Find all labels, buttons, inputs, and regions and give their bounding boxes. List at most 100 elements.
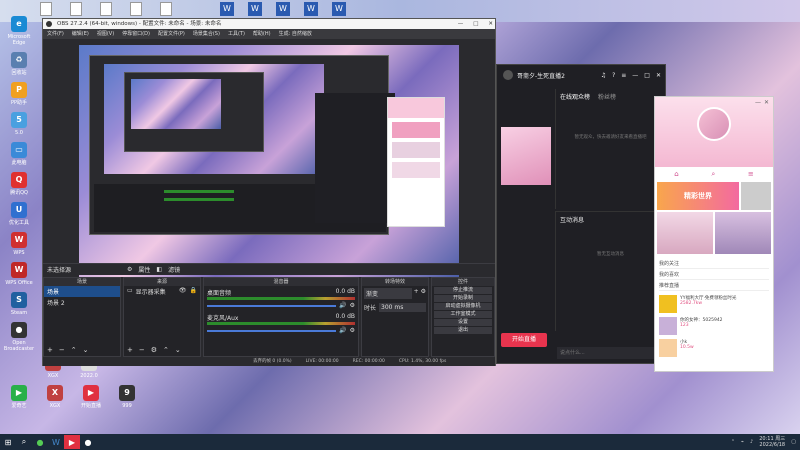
desktop-icon[interactable]: Q 腾讯QQ [2, 172, 36, 196]
volume-slider[interactable] [207, 304, 337, 307]
close-button[interactable]: ✕ [764, 99, 769, 106]
menu-view[interactable]: 视图(V) [97, 29, 114, 39]
menu-edit[interactable]: 编辑(E) [72, 29, 89, 39]
maximize-button[interactable]: □ [473, 19, 478, 29]
file-icon[interactable] [70, 2, 82, 16]
app-icon[interactable]: ● [32, 435, 48, 449]
desktop-icon[interactable]: S Steam [2, 292, 36, 316]
desktop-icon[interactable]: e Microsoft Edge [2, 16, 36, 46]
desktop-icon[interactable]: ▭ 此电脑 [2, 142, 36, 166]
wps-doc-icon[interactable]: W [276, 2, 290, 16]
desktop-icon[interactable]: 5 5.0 [2, 112, 36, 136]
home-icon[interactable]: ⌂ [674, 170, 678, 179]
lock-icon[interactable]: 🔒 [190, 287, 197, 296]
move-down-button[interactable]: ⌄ [83, 346, 89, 354]
chat-input[interactable]: 说点什么... [557, 347, 661, 359]
volume-slider[interactable] [207, 329, 337, 332]
obs-icon[interactable]: ● [80, 435, 96, 449]
scene-item[interactable]: 场景 [44, 286, 120, 297]
list-item[interactable]: 我的关注 [659, 258, 769, 269]
feed-item[interactable]: 小k 10.5w [659, 339, 769, 357]
search-icon[interactable]: ⌕ [16, 435, 32, 449]
properties-button[interactable]: 属性 [138, 265, 150, 274]
search-icon[interactable]: ⌕ [711, 170, 715, 179]
tab-fans[interactable]: 粉丝榜 [598, 92, 616, 101]
wps-doc-icon[interactable]: W [332, 2, 346, 16]
minimize-button[interactable]: — [458, 19, 464, 29]
filter-icon[interactable]: ◧ [156, 266, 162, 273]
filters-button[interactable]: 滤镜 [168, 265, 180, 274]
desktop-icon[interactable]: 9 999 [110, 385, 144, 409]
stop-streaming-button[interactable]: 停止推流 [434, 287, 492, 294]
maximize-button[interactable]: □ [644, 72, 650, 79]
chevron-up-icon[interactable]: ⌃ [731, 439, 735, 445]
live-app-icon[interactable]: ▶ [64, 435, 80, 449]
desktop-icon[interactable]: ♻ 回收站 [2, 52, 36, 76]
gear-icon[interactable]: ⚙ [421, 288, 426, 299]
menu-icon[interactable]: ≡ [748, 170, 754, 179]
desktop-icon[interactable]: ▶ 爱奇艺 [2, 385, 36, 409]
source-item[interactable]: ▭ 显示器采集 👁 🔒 [124, 286, 200, 297]
speaker-icon[interactable]: ♪ [750, 439, 753, 445]
obs-preview[interactable] [79, 45, 459, 277]
move-up-button[interactable]: ⌃ [163, 346, 169, 354]
file-icon[interactable] [160, 2, 172, 16]
gear-icon[interactable]: ⚙ [151, 346, 157, 354]
clock[interactable]: 20:11 周三 2022/6/18 [759, 436, 785, 448]
desktop-icon[interactable]: X XGX [38, 385, 72, 409]
file-icon[interactable] [40, 2, 52, 16]
desktop-icon[interactable]: ● Open Broadcaster [2, 322, 36, 352]
gear-icon[interactable]: ⚙ [127, 266, 132, 273]
desktop-icon[interactable]: W WPS [2, 232, 36, 256]
exit-button[interactable]: 退出 [434, 327, 492, 334]
settings-button[interactable]: 设置 [434, 319, 492, 326]
close-button[interactable]: ✕ [656, 72, 661, 79]
menu-file[interactable]: 文件(F) [47, 29, 64, 39]
feed-item[interactable]: 你的女神：5025942 123 [659, 317, 769, 335]
eye-icon[interactable]: 👁 [179, 287, 187, 296]
list-item[interactable]: 推荐直播 [659, 280, 769, 291]
desktop-icon[interactable]: P PP助手 [2, 82, 36, 106]
list-item[interactable]: 我的喜欢 [659, 269, 769, 280]
menu-build[interactable]: 生成: 自然缩放 [279, 29, 312, 39]
speaker-icon[interactable]: 🔊 [339, 302, 346, 309]
menu-scene-collection[interactable]: 场景集合(S) [193, 29, 220, 39]
desktop-icon[interactable]: W WPS Office [2, 262, 36, 286]
move-down-button[interactable]: ⌄ [175, 346, 181, 354]
start-button[interactable]: ⊞ [0, 435, 16, 449]
menu-docks[interactable]: 停靠窗口(D) [122, 29, 150, 39]
gear-icon[interactable]: ⚙ [350, 302, 355, 309]
notification-icon[interactable]: ▢ [791, 439, 796, 445]
speaker-icon[interactable]: 🔊 [339, 327, 346, 334]
feature-card[interactable] [715, 212, 771, 254]
plus-icon[interactable]: + [414, 288, 419, 299]
menu-help[interactable]: 帮助(H) [253, 29, 271, 39]
menu-icon[interactable]: ≡ [621, 72, 626, 79]
help-icon[interactable]: ? [612, 72, 615, 79]
add-source-button[interactable]: + [127, 346, 133, 354]
remove-scene-button[interactable]: − [59, 346, 65, 354]
headset-icon[interactable]: ♫ [601, 72, 606, 79]
wps-doc-icon[interactable]: W [220, 2, 234, 16]
minimize-button[interactable]: — [632, 72, 638, 79]
transition-select[interactable]: 渐变 [364, 288, 412, 299]
feature-card[interactable] [657, 212, 713, 254]
gear-icon[interactable]: ⚙ [350, 327, 355, 334]
file-icon[interactable] [130, 2, 142, 16]
promo-banner[interactable]: 精彩世界 [657, 182, 739, 210]
tab-online-audience[interactable]: 在线观众榜 [560, 92, 590, 101]
wps-doc-icon[interactable]: W [304, 2, 318, 16]
feed-item[interactable]: YY福利大厅·免费领粉丝时光 2582.7kw [659, 295, 769, 313]
start-recording-button[interactable]: 开始录制 [434, 295, 492, 302]
menu-profile[interactable]: 配置文件(P) [158, 29, 185, 39]
desktop-icon[interactable]: ▶ 开始直播 [74, 385, 108, 409]
file-icon[interactable] [100, 2, 112, 16]
add-scene-button[interactable]: + [47, 346, 53, 354]
wps-doc-icon[interactable]: W [248, 2, 262, 16]
minimize-button[interactable]: — [755, 99, 761, 106]
move-up-button[interactable]: ⌃ [71, 346, 77, 354]
start-live-button[interactable]: 开始直播 [501, 333, 547, 347]
remove-source-button[interactable]: − [139, 346, 145, 354]
duration-input[interactable]: 300 ms [379, 303, 426, 312]
promo-thumb[interactable] [741, 182, 771, 210]
